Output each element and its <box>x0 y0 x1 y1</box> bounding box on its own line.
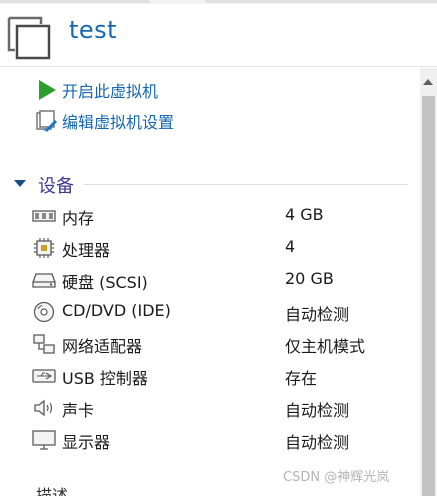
device-row-sound-card[interactable]: 声卡 自动检测 <box>32 394 412 422</box>
device-row-hard-disk[interactable]: 硬盘 (SCSI) 20 GB <box>32 266 412 294</box>
device-name: 硬盘 (SCSI) <box>62 273 148 292</box>
device-value: 4 GB <box>285 205 324 224</box>
cd-dvd-icon <box>33 301 55 323</box>
hard-disk-icon <box>32 273 56 288</box>
device-name: USB 控制器 <box>62 369 148 388</box>
device-row-display[interactable]: 显示器 自动检测 <box>32 426 412 454</box>
device-name: CD/DVD (IDE) <box>62 301 171 320</box>
device-value: 自动检测 <box>285 401 350 420</box>
device-name: 内存 <box>62 209 95 228</box>
scroll-thumb[interactable] <box>422 96 435 496</box>
collapse-chevron-icon[interactable] <box>14 180 26 187</box>
network-adapter-icon <box>33 334 55 354</box>
display-icon <box>32 430 56 450</box>
section-divider <box>84 184 408 185</box>
device-name: 网络适配器 <box>62 337 143 356</box>
device-row-processor[interactable]: 处理器 4 <box>32 234 412 262</box>
device-value: 4 <box>285 237 296 256</box>
power-on-vm-label: 开启此虚拟机 <box>62 82 159 101</box>
device-value: 仅主机模式 <box>285 337 366 356</box>
device-value: 自动检测 <box>285 433 350 452</box>
processor-icon <box>34 238 54 258</box>
power-on-vm-link[interactable]: 开启此虚拟机 <box>36 78 158 102</box>
tab-fragment[interactable] <box>0 0 150 3</box>
device-name: 显示器 <box>62 433 111 452</box>
usb-icon <box>32 369 56 383</box>
device-value: 存在 <box>285 369 318 388</box>
next-section-title: 描述 <box>36 486 69 496</box>
edit-vm-settings-label: 编辑虚拟机设置 <box>62 113 175 132</box>
memory-icon <box>32 210 56 222</box>
device-row-usb-controller[interactable]: USB 控制器 存在 <box>32 362 412 390</box>
device-name: 声卡 <box>62 401 95 420</box>
vm-details-panel: test 开启此虚拟机 编辑虚拟机设置 设备 内存 4 GB 处理器 4 硬盘 … <box>0 0 437 496</box>
device-row-network-adapter[interactable]: 网络适配器 仅主机模式 <box>32 330 412 358</box>
watermark: CSDN @神辉光岚 <box>283 470 390 485</box>
edit-vm-settings-link[interactable]: 编辑虚拟机设置 <box>36 109 174 133</box>
device-name: 处理器 <box>62 241 111 260</box>
vertical-scrollbar[interactable] <box>420 68 437 496</box>
devices-section-header[interactable]: 设备 <box>14 172 408 197</box>
virtual-machine-icon <box>7 16 51 60</box>
edit-settings-icon <box>36 110 58 132</box>
device-value: 20 GB <box>285 269 334 288</box>
play-icon <box>36 79 58 101</box>
devices-section-title: 设备 <box>38 176 74 197</box>
vm-header: test <box>0 4 437 67</box>
tab-fragment[interactable] <box>205 0 437 3</box>
scroll-up-arrow-icon[interactable] <box>420 74 437 90</box>
device-row-cd-dvd[interactable]: CD/DVD (IDE) 自动检测 <box>32 298 412 326</box>
sound-card-icon <box>34 399 53 417</box>
vm-title: test <box>69 16 118 44</box>
device-value: 自动检测 <box>285 305 350 324</box>
device-row-memory[interactable]: 内存 4 GB <box>32 202 412 230</box>
